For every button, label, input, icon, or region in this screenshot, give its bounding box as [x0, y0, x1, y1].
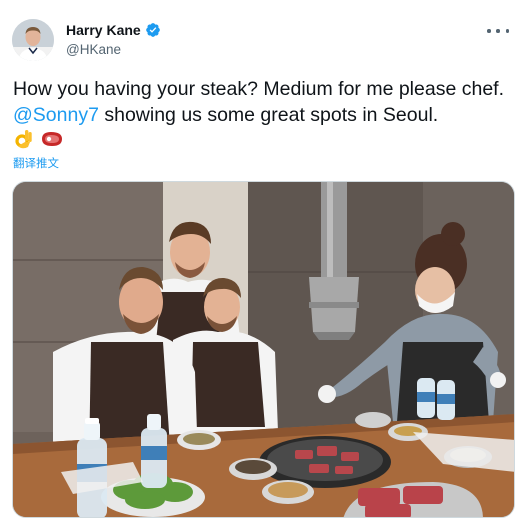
tweet-card: Harry Kane @HKane How you having your st…: [0, 0, 527, 526]
verified-badge-icon: [145, 23, 160, 37]
avatar[interactable]: [12, 19, 54, 61]
tweet-text-part: How you having your steak? Medium for me…: [13, 78, 504, 100]
more-options-button[interactable]: [487, 24, 509, 38]
tweet-text: How you having your steak? Medium for me…: [13, 77, 518, 128]
profile-photo-icon: [12, 19, 54, 61]
more-options-icon-dot: [505, 29, 509, 33]
restaurant-bbq-photo-icon: [13, 182, 514, 517]
ok-hand-emoji-icon: [15, 130, 32, 149]
emoji-row: [14, 128, 64, 150]
mention-link[interactable]: @Sonny7: [13, 104, 99, 126]
display-name[interactable]: Harry Kane: [66, 22, 141, 38]
user-handle[interactable]: @HKane: [66, 42, 121, 57]
cut-of-meat-emoji-icon: [42, 132, 62, 146]
more-options-icon: [487, 29, 491, 33]
translate-tweet-link[interactable]: 翻译推文: [13, 155, 59, 171]
display-name-row[interactable]: Harry Kane: [66, 22, 161, 38]
more-options-icon-dot: [496, 29, 500, 33]
tweet-text-part: showing us some great spots in Seoul.: [98, 103, 439, 126]
tweet-photo[interactable]: [12, 181, 515, 518]
